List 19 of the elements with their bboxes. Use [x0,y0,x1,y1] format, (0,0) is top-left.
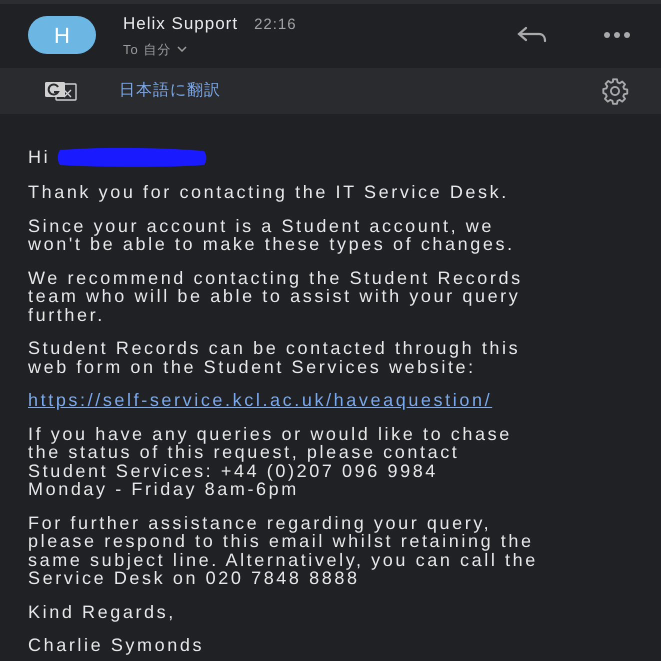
more-icon[interactable] [603,31,631,39]
paragraph: Since your account is a Student account, we won't be able to make these types of changes. [28,216,516,254]
chevron-down-icon[interactable] [177,46,188,52]
greeting: Hi [28,148,50,166]
reply-icon[interactable] [517,26,547,44]
avatar: H [28,16,96,54]
link[interactable]: https://self-service.kcl.ac.uk/haveaquestion/ [28,391,492,410]
sender-name: Helix Support [123,13,238,35]
settings-icon[interactable] [601,77,629,105]
paragraph: For further assistance regarding your query, please respond to this email whilst retaining the same subject line. Alternatively, you can call the Service Desk on 020 7848 8888 [28,514,539,588]
paragraph: Charlie Symonds [28,636,206,654]
paragraph: Student Records can be contacted through this web form on the Student Services website: [28,339,522,376]
paragraph: If you have any queries or would like to chase the status of this request, please contact Student Services: +44 (0)207 096 9984 Monday - Friday 8am-6pm [28,424,513,498]
paragraph: Kind Regards, [28,602,177,621]
paragraph: We recommend contacting the Student Records team who will be able to assist with your query further. [28,268,524,324]
paragraph: Thank you for contacting the IT Service Desk. [28,183,510,202]
translate-icon[interactable] [44,81,77,101]
timestamp: 22:16 [254,15,297,35]
recipient-label: To 自分 [123,40,172,58]
